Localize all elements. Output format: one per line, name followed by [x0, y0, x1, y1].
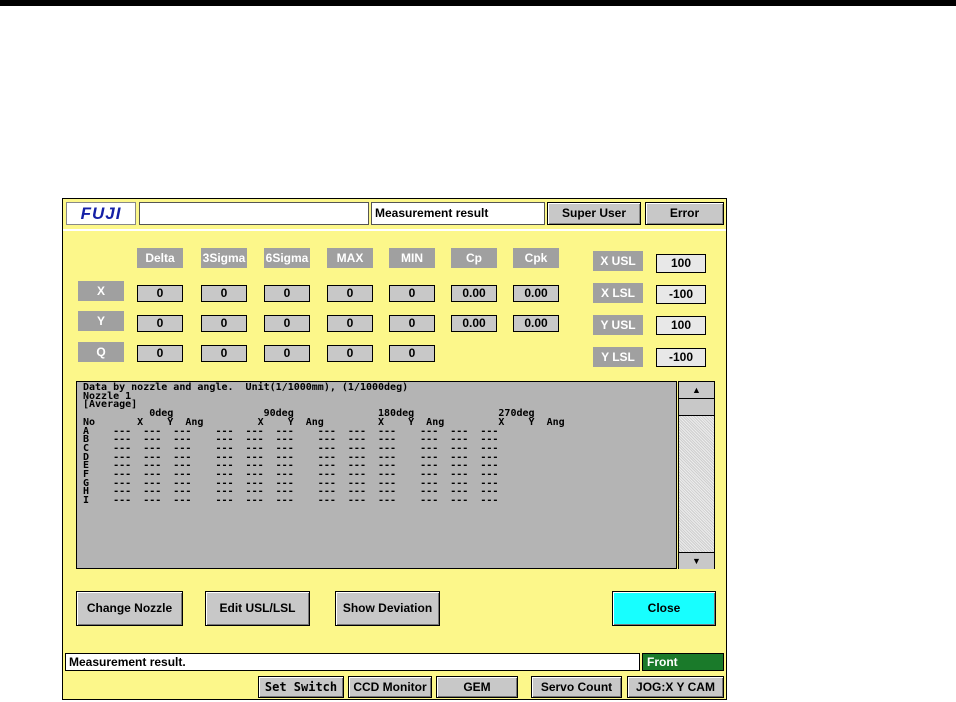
scroll-thumb[interactable] — [679, 399, 714, 416]
col-header-cp: Cp — [451, 248, 497, 268]
x-usl-label: X USL — [593, 251, 643, 271]
col-header-cpk: Cpk — [513, 248, 559, 268]
row-header-y: Y — [78, 311, 124, 331]
y-lsl-label: Y LSL — [593, 347, 643, 367]
y-min-value: 0 — [389, 315, 435, 332]
q-max-value: 0 — [327, 345, 373, 362]
y-usl-value: 100 — [656, 316, 706, 335]
row-header-q: Q — [78, 342, 124, 362]
jog-xy-cam-button[interactable]: JOG:X Y CAM — [627, 676, 724, 698]
col-header-6sigma: 6Sigma — [264, 248, 310, 268]
fuji-logo: FUJI — [66, 202, 136, 225]
col-header-max: MAX — [327, 248, 373, 268]
col-header-min: MIN — [389, 248, 435, 268]
scroll-down-button[interactable]: ▼ — [679, 552, 714, 569]
x-lsl-value: -100 — [656, 285, 706, 304]
scroll-track[interactable] — [679, 416, 714, 552]
y-max-value: 0 — [327, 315, 373, 332]
x-usl-value: 100 — [656, 254, 706, 273]
servo-count-button[interactable]: Servo Count — [531, 676, 622, 698]
x-min-value: 0 — [389, 285, 435, 302]
nozzle-data-text: Data by nozzle and angle. Unit(1/1000mm)… — [83, 382, 565, 507]
q-delta-value: 0 — [137, 345, 183, 362]
show-deviation-button[interactable]: Show Deviation — [335, 591, 440, 626]
q-3sigma-value: 0 — [201, 345, 247, 362]
col-header-delta: Delta — [137, 248, 183, 268]
header-blank-field — [139, 202, 369, 225]
y-cpk-value: 0.00 — [513, 315, 559, 332]
front-indicator: Front — [642, 653, 724, 671]
q-6sigma-value: 0 — [264, 345, 310, 362]
edit-usl-lsl-button[interactable]: Edit USL/LSL — [205, 591, 310, 626]
super-user-button[interactable]: Super User — [547, 202, 641, 225]
status-message: Measurement result. — [65, 653, 640, 671]
error-button[interactable]: Error — [645, 202, 724, 225]
set-switch-button[interactable]: Set Switch — [258, 676, 344, 698]
y-cp-value: 0.00 — [451, 315, 497, 332]
y-usl-label: Y USL — [593, 315, 643, 335]
y-6sigma-value: 0 — [264, 315, 310, 332]
col-header-3sigma: 3Sigma — [201, 248, 247, 268]
screen-title: Measurement result — [371, 202, 545, 225]
x-6sigma-value: 0 — [264, 285, 310, 302]
ccd-monitor-button[interactable]: CCD Monitor — [348, 676, 432, 698]
y-lsl-value: -100 — [656, 348, 706, 367]
close-button[interactable]: Close — [612, 591, 716, 626]
change-nozzle-button[interactable]: Change Nozzle — [76, 591, 183, 626]
x-delta-value: 0 — [137, 285, 183, 302]
q-min-value: 0 — [389, 345, 435, 362]
x-max-value: 0 — [327, 285, 373, 302]
x-lsl-label: X LSL — [593, 283, 643, 303]
top-border — [0, 0, 956, 6]
x-3sigma-value: 0 — [201, 285, 247, 302]
nozzle-data-list[interactable]: Data by nozzle and angle. Unit(1/1000mm)… — [76, 381, 677, 569]
measurement-window: FUJI Measurement result Super User Error… — [62, 198, 727, 700]
list-scrollbar[interactable]: ▲ ▼ — [678, 381, 715, 569]
scroll-up-button[interactable]: ▲ — [679, 382, 714, 399]
y-3sigma-value: 0 — [201, 315, 247, 332]
x-cp-value: 0.00 — [451, 285, 497, 302]
gem-button[interactable]: GEM — [436, 676, 518, 698]
y-delta-value: 0 — [137, 315, 183, 332]
x-cpk-value: 0.00 — [513, 285, 559, 302]
header-separator — [63, 229, 726, 231]
row-header-x: X — [78, 281, 124, 301]
